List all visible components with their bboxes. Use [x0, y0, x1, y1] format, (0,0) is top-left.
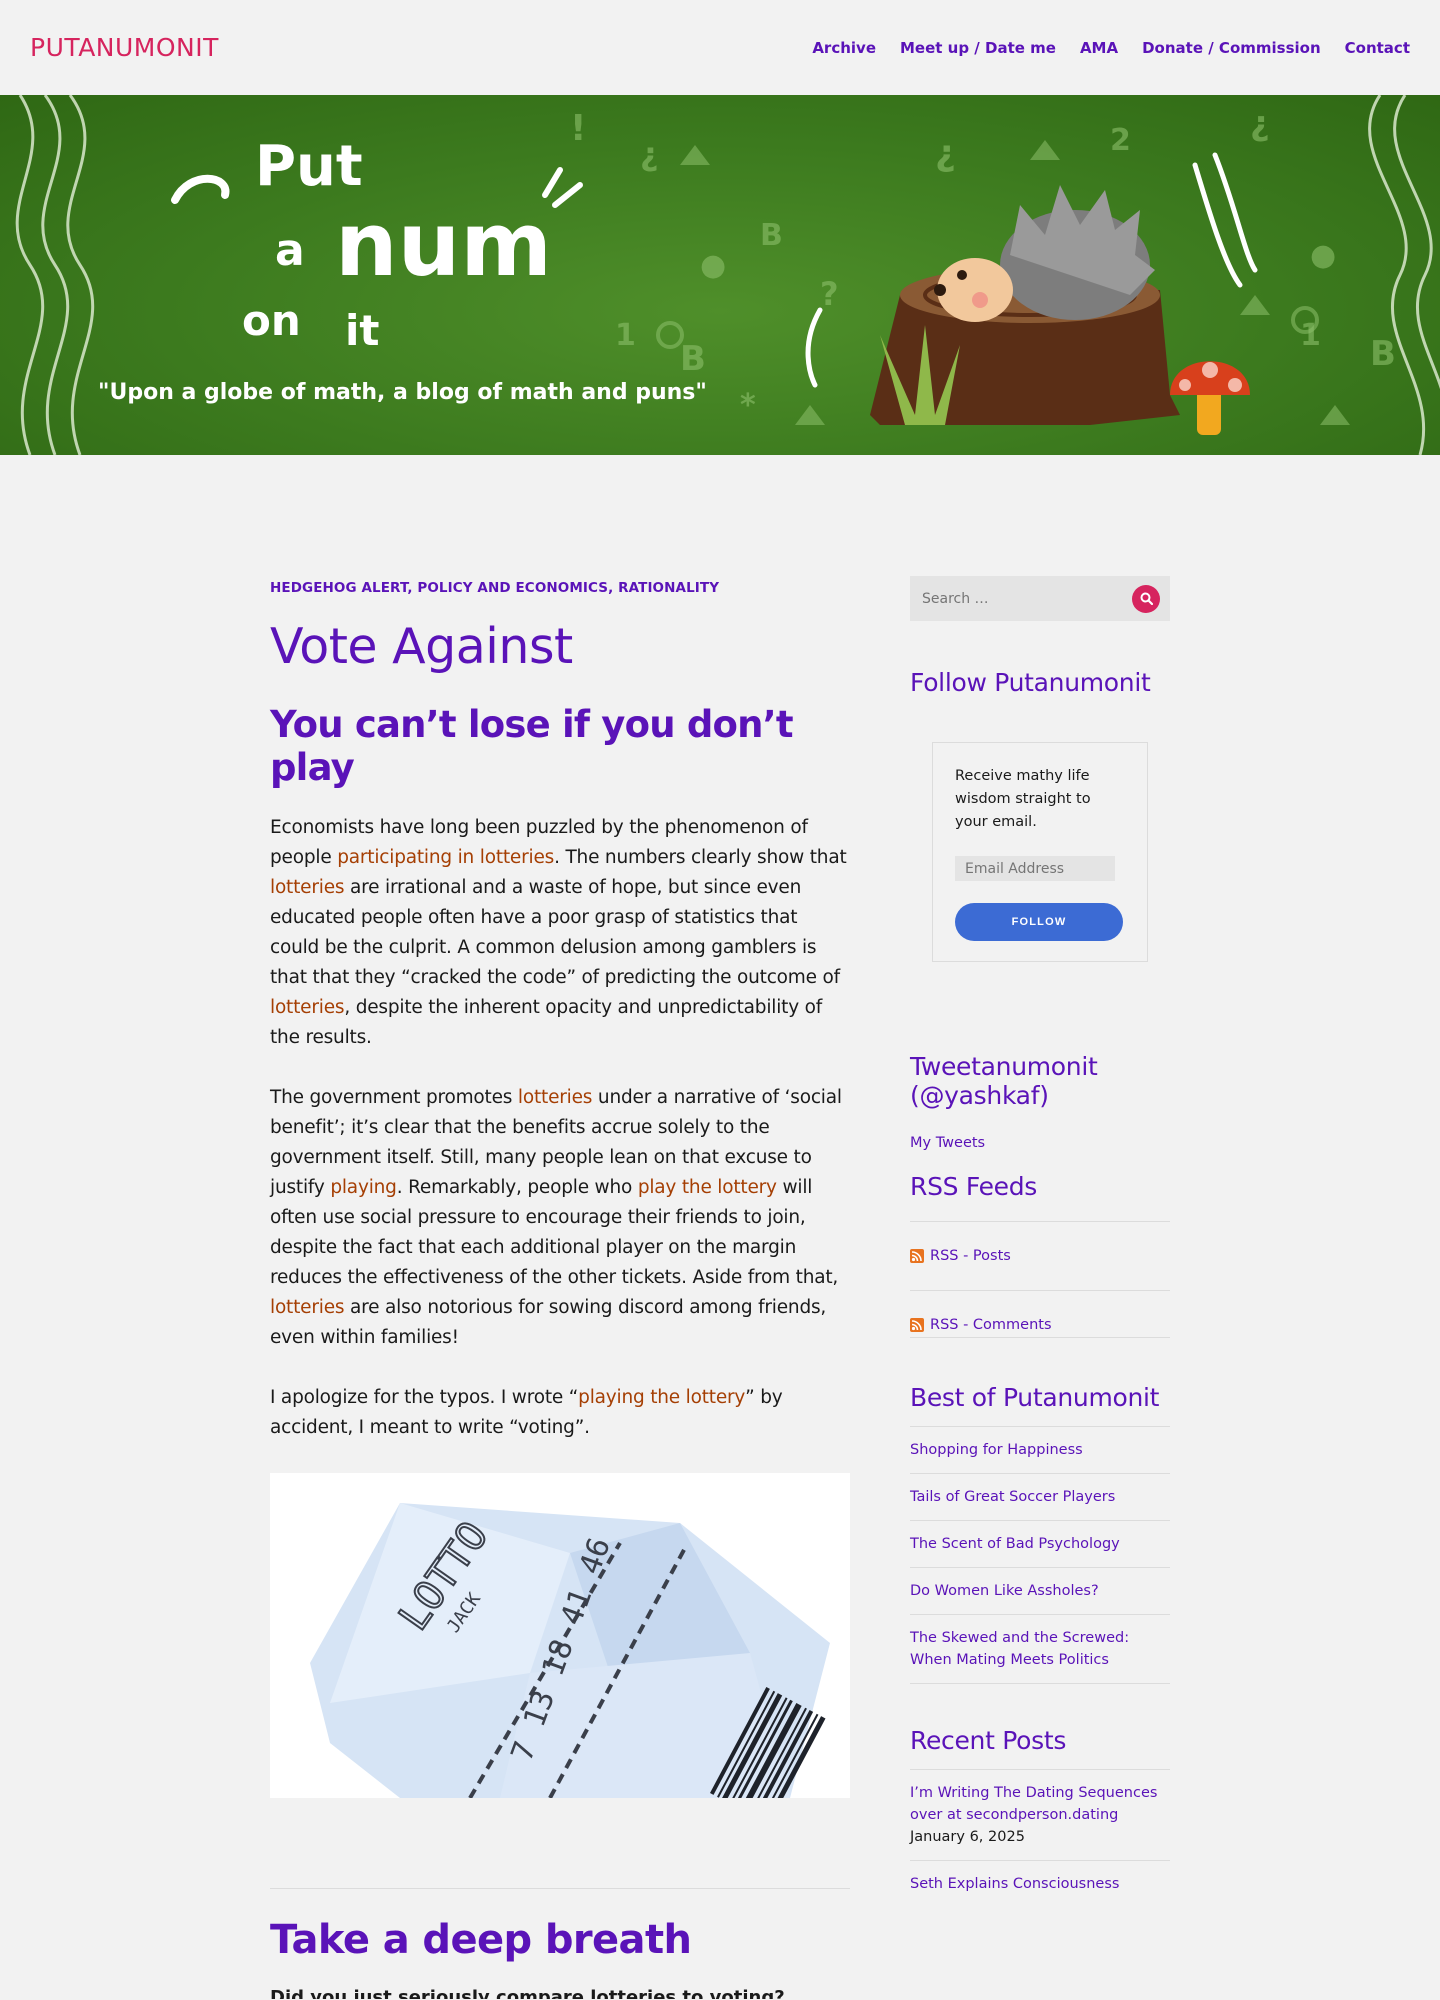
- svg-text:2: 2: [1110, 123, 1131, 158]
- nav-contact[interactable]: Contact: [1345, 39, 1410, 57]
- link-lotteries[interactable]: lotteries: [270, 997, 345, 1018]
- tweets-widget-title: Tweetanumonit (@yashkaf): [910, 1052, 1098, 1110]
- svg-text:¿: ¿: [935, 133, 956, 174]
- recent-post-date: January 6, 2025: [910, 1829, 1025, 1845]
- svg-text:on: on: [242, 296, 301, 345]
- recent-widget-title: Recent Posts: [910, 1726, 1067, 1755]
- svg-text:B: B: [760, 218, 783, 253]
- sidebar: Follow Putanumonit Receive mathy life wi…: [910, 576, 1170, 1907]
- link-participating-lotteries[interactable]: participating in lotteries: [337, 847, 554, 868]
- post-content: HEDGEHOG ALERT, POLICY AND ECONOMICS, RA…: [270, 580, 850, 1999]
- text-span: , despite the inherent opacity and unpre…: [270, 997, 823, 1048]
- paragraph-2: The government promotes lotteries under …: [270, 1083, 850, 1353]
- recent-post-link[interactable]: I’m Writing The Dating Sequences over at…: [910, 1785, 1157, 1823]
- text-span: I apologize for the typos. I wrote “: [270, 1387, 579, 1408]
- svg-text:¿: ¿: [1250, 104, 1270, 144]
- my-tweets-link[interactable]: My Tweets: [910, 1135, 985, 1151]
- follow-button[interactable]: FOLLOW: [955, 903, 1123, 941]
- link-playing[interactable]: playing: [330, 1177, 397, 1198]
- svg-text:●: ●: [700, 248, 726, 283]
- link-lotteries[interactable]: lotteries: [270, 877, 345, 898]
- svg-text:*: *: [740, 388, 756, 423]
- list-item: The Skewed and the Screwed: When Mating …: [910, 1615, 1170, 1684]
- search-icon: [1140, 592, 1153, 605]
- next-post-title[interactable]: Take a deep breath: [270, 1917, 850, 1963]
- follow-widget-title: Follow Putanumonit: [910, 668, 1151, 697]
- svg-text:B: B: [680, 339, 706, 379]
- svg-text:!: !: [570, 108, 586, 149]
- best-widget-title: Best of Putanumonit: [910, 1383, 1160, 1412]
- lottery-ticket-image: LOTTO JACK 7 13 18 41 46: [270, 1473, 850, 1798]
- text-span: The government promotes: [270, 1087, 518, 1108]
- best-link[interactable]: The Skewed and the Screwed: When Mating …: [910, 1630, 1129, 1668]
- list-item: The Scent of Bad Psychology: [910, 1521, 1170, 1568]
- banner-tagline: "Upon a globe of math, a blog of math an…: [98, 380, 707, 405]
- main-nav: Archive Meet up / Date me AMA Donate / C…: [812, 39, 1410, 57]
- rss-comments-link[interactable]: RSS - Comments: [930, 1317, 1052, 1333]
- recent-post-link[interactable]: Seth Explains Consciousness: [910, 1876, 1119, 1892]
- svg-text:num: num: [335, 193, 552, 296]
- post-body: Economists have long been puzzled by the…: [270, 813, 850, 1443]
- svg-text:●: ●: [1310, 238, 1336, 273]
- rss-icon: [910, 1249, 924, 1263]
- link-lotteries[interactable]: lotteries: [270, 1297, 345, 1318]
- text-span: are irrational and a waste of hope, but …: [270, 877, 840, 988]
- svg-text:¿: ¿: [640, 135, 659, 173]
- nav-meetup[interactable]: Meet up / Date me: [900, 39, 1056, 57]
- svg-text:?: ?: [820, 275, 839, 313]
- rss-comments-item: RSS - Comments: [910, 1291, 1170, 1359]
- list-item: Do Women Like Assholes?: [910, 1568, 1170, 1615]
- svg-text:a: a: [275, 225, 305, 276]
- svg-text:1: 1: [615, 318, 636, 353]
- next-post-teaser: Did you just seriously compare lotteries…: [270, 1987, 785, 1999]
- best-link[interactable]: The Scent of Bad Psychology: [910, 1536, 1120, 1552]
- search-button[interactable]: [1132, 584, 1160, 613]
- text-span: . The numbers clearly show that: [554, 847, 847, 868]
- list-item: Tails of Great Soccer Players: [910, 1474, 1170, 1521]
- link-lotteries[interactable]: lotteries: [518, 1087, 593, 1108]
- rss-widget-title: RSS Feeds: [910, 1172, 1038, 1201]
- search-input[interactable]: [922, 590, 1122, 607]
- crumpled-ticket-illustration: LOTTO JACK 7 13 18 41 46: [310, 1503, 830, 1798]
- nav-donate[interactable]: Donate / Commission: [1142, 39, 1321, 57]
- post-categories[interactable]: HEDGEHOG ALERT, POLICY AND ECONOMICS, RA…: [270, 580, 850, 596]
- best-of-list: Shopping for Happiness Tails of Great So…: [910, 1426, 1170, 1684]
- best-link[interactable]: Do Women Like Assholes?: [910, 1583, 1099, 1599]
- paragraph-3: I apologize for the typos. I wrote “play…: [270, 1383, 850, 1443]
- text-span: . Remarkably, people who: [396, 1177, 638, 1198]
- logo-lettering: Put a num on it: [242, 134, 552, 355]
- post-divider: [270, 1888, 850, 1889]
- link-play-the-lottery[interactable]: play the lottery: [638, 1177, 777, 1198]
- rss-posts-link[interactable]: RSS - Posts: [930, 1248, 1011, 1264]
- nav-ama[interactable]: AMA: [1080, 39, 1118, 57]
- site-title-link[interactable]: PUTANUMONIT: [30, 33, 219, 62]
- list-item: Shopping for Happiness: [910, 1427, 1170, 1474]
- paragraph-1: Economists have long been puzzled by the…: [270, 813, 850, 1053]
- nav-archive[interactable]: Archive: [812, 39, 876, 57]
- svg-text:B: B: [1370, 334, 1396, 374]
- post-subtitle: You can’t lose if you don’t play: [270, 703, 794, 789]
- header-banner[interactable]: ! ¿ B ● 1 B * 2 ¿ 2 ¿ ● B 1 ? Put: [0, 95, 1440, 455]
- svg-text:it: it: [345, 306, 379, 355]
- rss-icon: [910, 1318, 924, 1332]
- link-playing-the-lottery[interactable]: playing the lottery: [578, 1387, 745, 1408]
- follow-description: Receive mathy life wisdom straight to yo…: [955, 768, 1091, 830]
- email-field[interactable]: [955, 856, 1115, 881]
- list-item: I’m Writing The Dating Sequences over at…: [910, 1770, 1170, 1861]
- best-link[interactable]: Tails of Great Soccer Players: [910, 1489, 1115, 1505]
- rss-bottom-rule: [910, 1337, 1170, 1338]
- post-title[interactable]: Vote Against: [270, 618, 850, 675]
- search-form: [910, 576, 1170, 621]
- site-header: PUTANUMONIT Archive Meet up / Date me AM…: [0, 0, 1440, 95]
- list-item: Seth Explains Consciousness: [910, 1861, 1170, 1907]
- follow-widget: Receive mathy life wisdom straight to yo…: [932, 742, 1148, 962]
- text-span: are also notorious for sowing discord am…: [270, 1297, 827, 1348]
- rss-posts-item: RSS - Posts: [910, 1222, 1170, 1290]
- svg-text:Put: Put: [255, 134, 363, 199]
- best-link[interactable]: Shopping for Happiness: [910, 1442, 1083, 1458]
- recent-posts-list: I’m Writing The Dating Sequences over at…: [910, 1769, 1170, 1907]
